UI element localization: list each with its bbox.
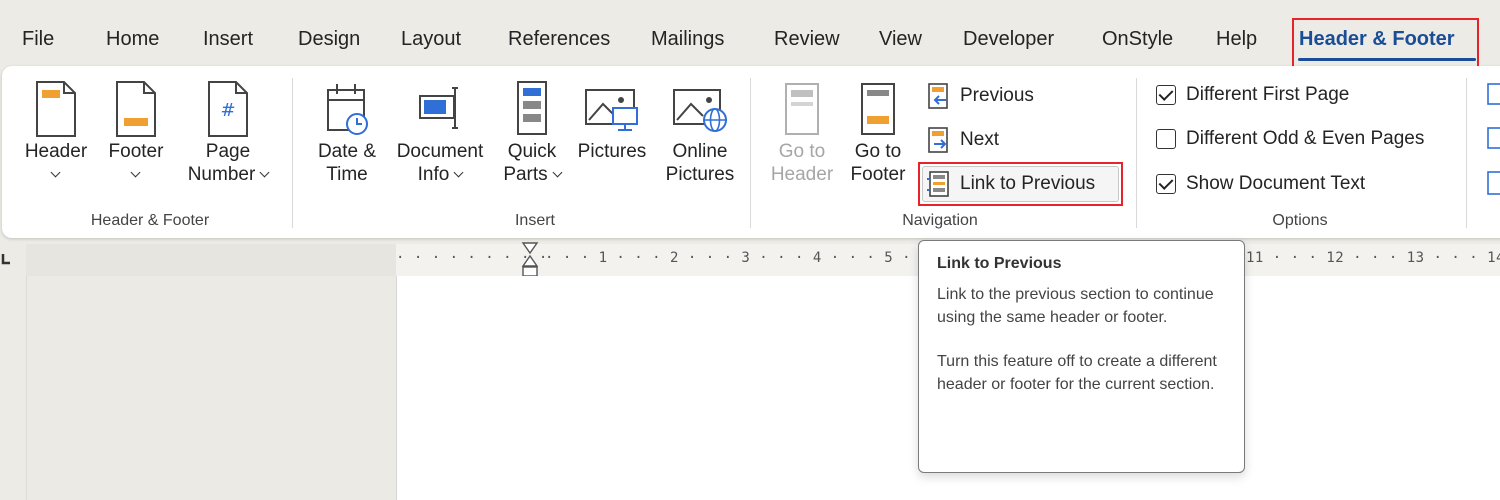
tab-header-footer[interactable]: Header & Footer [1299,28,1455,51]
next-button[interactable]: Next [926,122,999,158]
indent-marker-icon[interactable] [520,240,540,280]
checkbox-checked-icon [1156,174,1176,194]
go-to-footer-label-line2: Footer [850,164,906,185]
go-to-header-button[interactable]: Go to Header [770,78,834,208]
chevron-down-icon [453,167,464,178]
chevron-down-icon [51,167,61,178]
group-label-options: Options [1272,212,1328,229]
link-to-previous-label: Link to Previous [960,173,1096,194]
next-section-icon [926,126,952,154]
date-time-label-line2: Time [326,164,368,185]
group-label-insert: Insert [514,212,555,229]
tab-developer[interactable]: Developer [963,28,1054,51]
link-to-previous-button[interactable]: Link to Previous [926,166,1095,202]
chevron-down-icon [131,167,141,178]
different-first-page-label: Different First Page [1186,84,1350,105]
quick-parts-button[interactable]: Quick Parts [496,78,568,208]
ruler-ticks-numbers: · · · 1 · · · 2 · · · 3 · · · 4 · · · 5 … [545,250,947,266]
tab-view[interactable]: View [879,28,922,51]
quick-parts-icon [510,80,554,138]
tab-layout[interactable]: Layout [401,28,461,51]
quick-parts-label-line1: Quick [507,141,557,162]
go-to-footer-label-line1: Go to [854,141,902,162]
tab-home[interactable]: Home [106,28,159,51]
tooltip-paragraph-2: Turn this feature off to create a differ… [937,353,1217,393]
group-separator [1466,78,1467,228]
pictures-button[interactable]: Pictures [574,78,650,208]
checkbox-unchecked-icon [1156,129,1176,149]
page-number-button[interactable]: # Page Number [182,78,274,208]
active-tab-underline [1298,58,1476,61]
next-label: Next [960,129,1000,150]
go-to-footer-button[interactable]: Go to Footer [846,78,910,208]
position-icons-partial[interactable] [1486,80,1500,220]
online-pictures-icon [671,80,729,138]
page-number-label-line2: Number [187,164,256,185]
header-label: Header [24,141,88,162]
different-odd-even-checkbox[interactable]: Different Odd & Even Pages [1156,124,1424,154]
tab-stop-selector-icon[interactable] [0,252,12,266]
ruler-ticks-right: 11 · · · 12 · · · 13 · · · 14 · · · [1246,250,1500,266]
page-number-label-line1: Page [205,141,251,162]
tab-design[interactable]: Design [298,28,360,51]
tooltip-paragraph-1: Link to the previous section to continue… [937,286,1214,326]
header-button[interactable]: Header [24,78,88,208]
pictures-icon [583,80,641,138]
online-pictures-button[interactable]: Online Pictures [660,78,740,208]
tab-review[interactable]: Review [774,28,840,51]
document-info-label-line1: Document [396,141,484,162]
pictures-label: Pictures [577,141,647,162]
tab-help[interactable]: Help [1216,28,1257,51]
document-info-icon [418,80,462,138]
date-time-label-line1: Date & [317,141,377,162]
tab-file[interactable]: File [22,28,54,51]
date-time-button[interactable]: Date & Time [310,78,384,208]
go-to-footer-icon [856,80,900,138]
document-info-label-line2: Info [417,164,450,185]
checkbox-checked-icon [1156,85,1176,105]
footer-button[interactable]: Footer [104,78,168,208]
online-pictures-label-line1: Online [672,141,728,162]
document-info-button[interactable]: Document Info [390,78,490,208]
chevron-down-icon [552,167,563,178]
header-page-icon [34,80,78,138]
different-first-page-checkbox[interactable]: Different First Page [1156,80,1349,110]
group-label-header-footer: Header & Footer [90,212,210,229]
tooltip-title: Link to Previous [937,255,1062,272]
group-separator [1136,78,1137,228]
svg-text:#: # [220,100,235,121]
calendar-clock-icon [325,80,369,138]
tab-onstyle[interactable]: OnStyle [1102,28,1173,51]
go-to-header-label-line2: Header [770,164,834,185]
footer-label: Footer [108,141,164,162]
tab-references[interactable]: References [508,28,610,51]
tab-insert[interactable]: Insert [203,28,253,51]
previous-section-icon [926,82,952,110]
group-separator [292,78,293,228]
chevron-down-icon [259,167,270,178]
group-separator [750,78,751,228]
online-pictures-label-line2: Pictures [665,164,735,185]
quick-parts-label-line2: Parts [503,164,548,185]
tab-mailings[interactable]: Mailings [651,28,724,51]
footer-page-icon [114,80,158,138]
link-to-previous-tooltip: Link to Previous Link to the previous se… [918,240,1245,473]
go-to-header-label-line1: Go to [778,141,826,162]
previous-label: Previous [960,85,1034,106]
previous-button[interactable]: Previous [926,78,1034,114]
go-to-header-icon [780,80,824,138]
show-document-text-label: Show Document Text [1186,173,1366,194]
different-odd-even-label: Different Odd & Even Pages [1186,128,1425,149]
document-margin-area [26,276,396,500]
link-to-previous-icon [926,170,952,198]
show-document-text-checkbox[interactable]: Show Document Text [1156,169,1365,199]
group-label-navigation: Navigation [902,212,978,229]
page-number-icon: # [206,80,250,138]
